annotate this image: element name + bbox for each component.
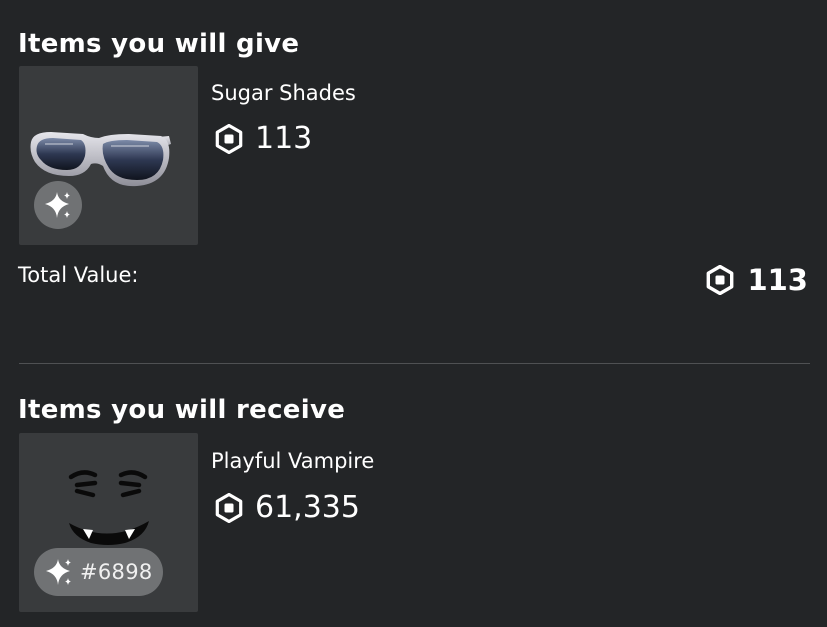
give-item-name[interactable]: Sugar Shades	[211, 80, 356, 106]
receive-item-thumbnail[interactable]: #6898	[19, 433, 198, 612]
serial-number: #6898	[80, 560, 153, 584]
robux-icon	[215, 493, 243, 523]
sparkle-icon	[45, 192, 70, 218]
receive-item-price: 61,335	[214, 490, 360, 526]
total-value: 113	[705, 262, 808, 298]
limited-serial-badge: #6898	[34, 548, 163, 596]
receive-section: Items you will receive #6898 Playful Vam…	[0, 364, 827, 627]
give-item-price-value: 113	[255, 121, 313, 156]
robux-icon	[707, 265, 734, 295]
give-item-thumbnail[interactable]	[19, 66, 198, 245]
give-section-title: Items you will give	[18, 29, 300, 59]
receive-item-price-value: 61,335	[255, 490, 360, 525]
give-item-price: 113	[214, 121, 312, 157]
receive-section-title: Items you will receive	[18, 395, 346, 425]
total-value-amount: 113	[747, 263, 808, 297]
receive-item-name[interactable]: Playful Vampire	[211, 448, 374, 474]
robux-icon	[215, 124, 243, 154]
sparkle-icon	[46, 559, 71, 585]
give-section: Items you will give Sugar Shades 113 Tot…	[0, 0, 827, 360]
limited-badge	[34, 181, 82, 229]
total-value-label: Total Value:	[18, 263, 139, 287]
